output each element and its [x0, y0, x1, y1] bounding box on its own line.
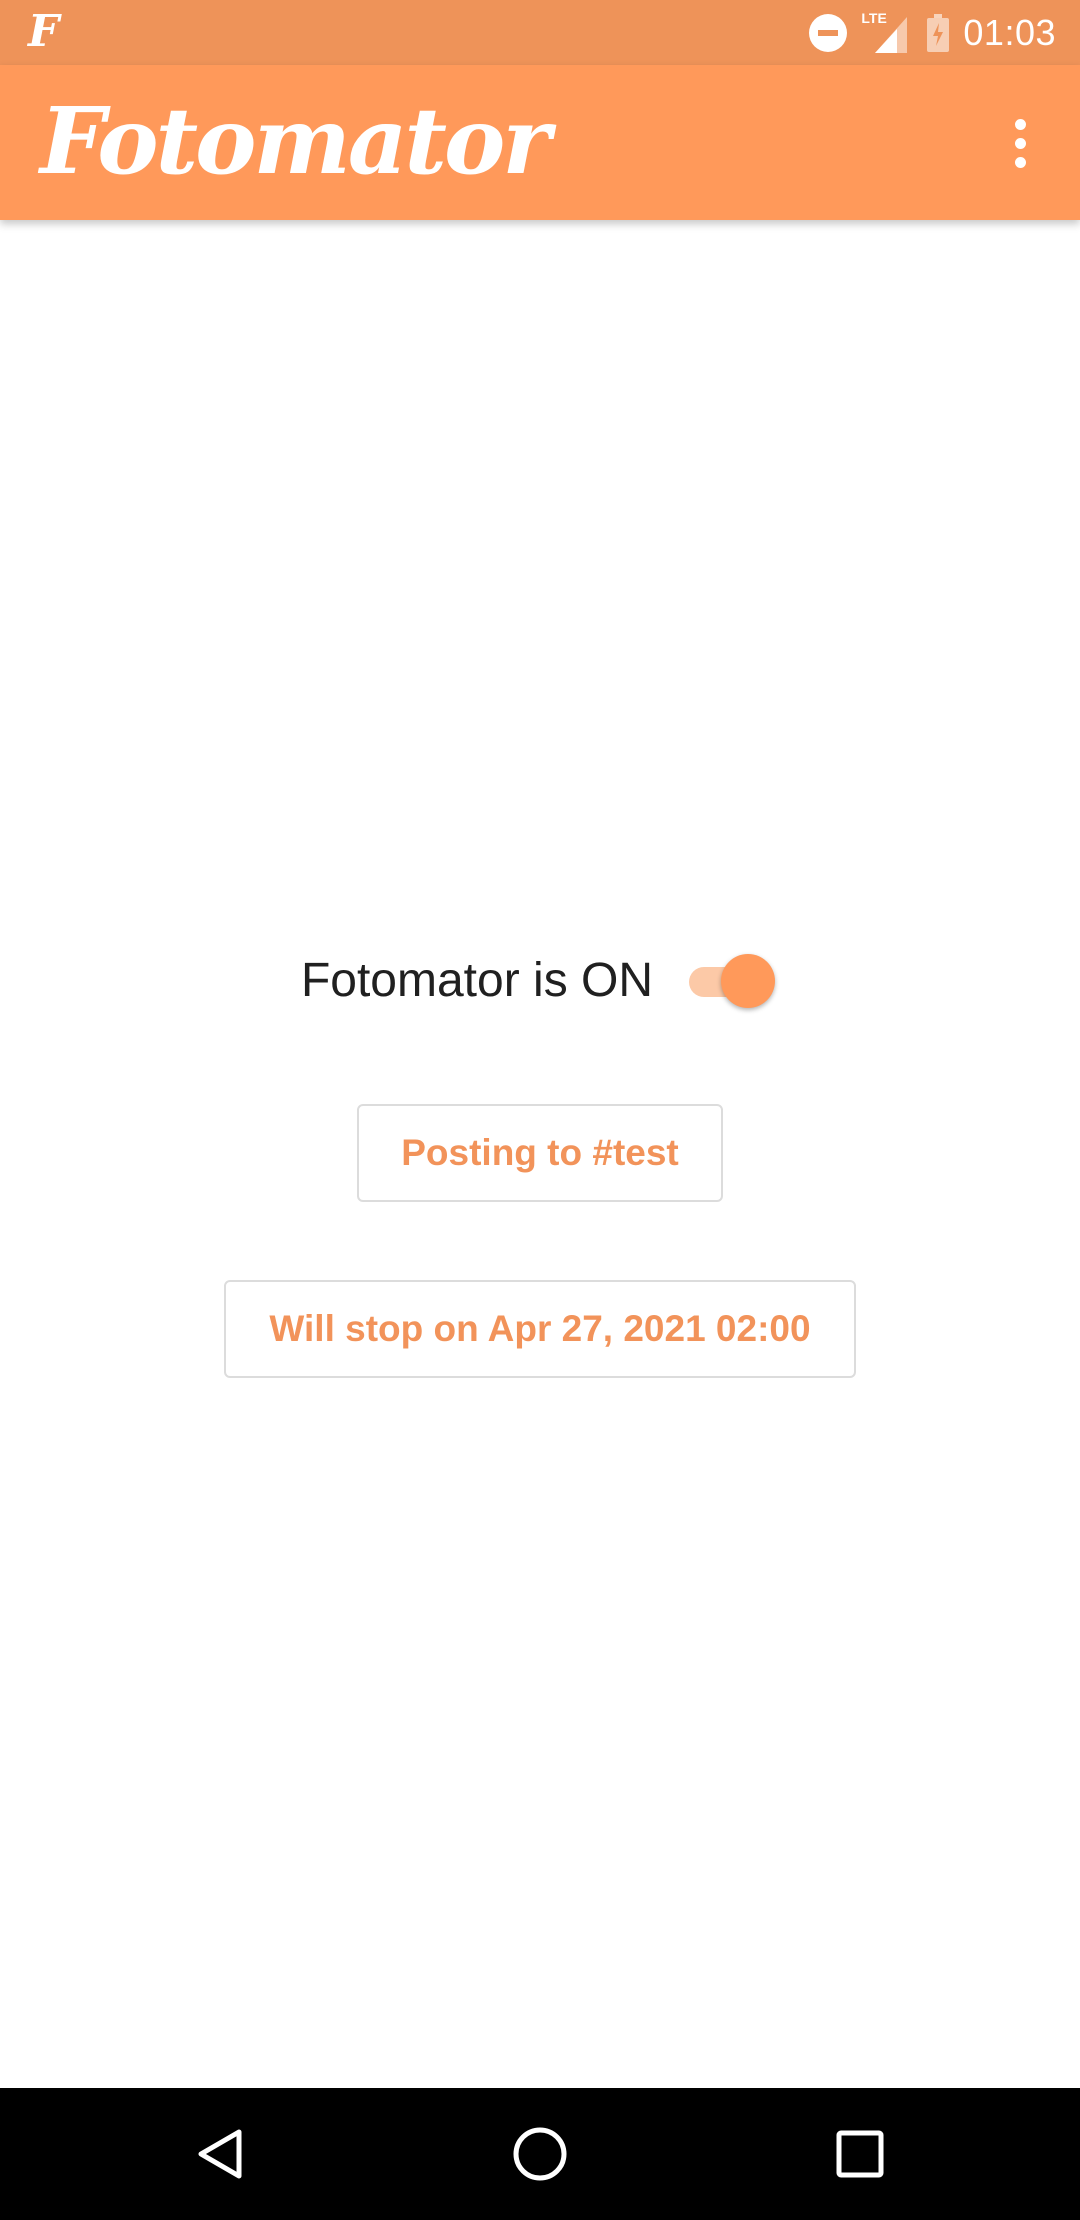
overflow-menu-icon[interactable] [990, 105, 1050, 181]
home-icon[interactable] [495, 2114, 585, 2194]
status-icons: LTE 01:03 [795, 0, 1056, 65]
service-toggle-switch[interactable] [687, 950, 779, 1010]
switch-thumb [721, 954, 776, 1008]
back-icon[interactable] [176, 2114, 266, 2194]
status-time: 01:03 [963, 11, 1056, 53]
app-notification-icon: F [28, 6, 60, 57]
service-toggle-row: Fotomator is ON [0, 940, 1080, 1020]
do-not-disturb-icon [809, 13, 848, 52]
battery-charging-icon [927, 13, 950, 52]
status-bar: F LTE 01:03 [0, 0, 1080, 65]
app-bar: Fotomator [0, 65, 1080, 220]
service-status-label: Fotomator is ON [300, 953, 654, 1007]
navigation-bar [0, 2088, 1080, 2220]
stop-schedule-button[interactable]: Will stop on Apr 27, 2021 02:00 [224, 1280, 856, 1378]
screen: F LTE 01:03 Fotomator Fotomator is ON Po… [0, 0, 1080, 2220]
lte-signal-icon: LTE [861, 11, 913, 55]
app-logo: Fotomator [40, 87, 551, 195]
recents-icon[interactable] [815, 2114, 905, 2194]
posting-hashtag-button[interactable]: Posting to #test [357, 1104, 723, 1202]
